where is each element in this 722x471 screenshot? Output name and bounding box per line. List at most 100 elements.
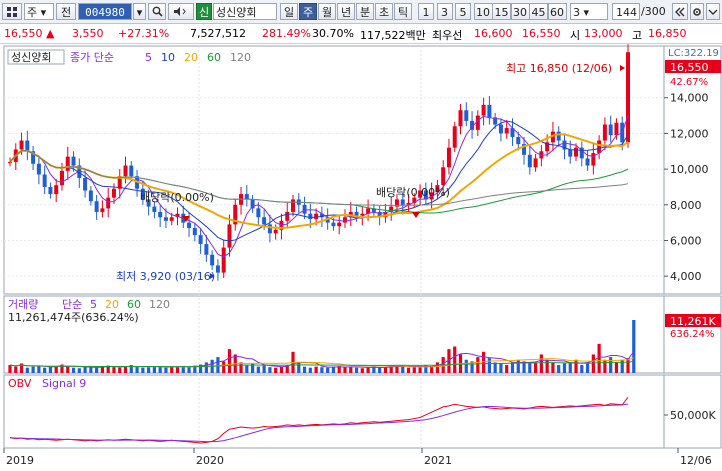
period-tab-5[interactable]: 초 (375, 3, 393, 20)
pane-frame-2 (3, 374, 665, 449)
volume-bar-74 (435, 362, 440, 373)
interval-button-5[interactable]: 5 (455, 3, 471, 20)
legend-ma-5: 5 (145, 51, 152, 64)
ask-price: 16,600 (474, 27, 513, 40)
volume-bar-24 (147, 367, 151, 373)
double-left-arrow-icon (675, 7, 685, 17)
candle-body-36 (215, 265, 220, 273)
interval-button-10[interactable]: 10 (473, 3, 493, 20)
search-button[interactable] (148, 3, 166, 20)
volume-bar-91 (533, 362, 538, 373)
candle-body-79 (464, 110, 469, 121)
period-tab-3[interactable]: 년 (337, 3, 355, 20)
volume-bar-51 (302, 366, 307, 373)
volume-bar-46 (274, 367, 278, 373)
period-tab-2[interactable]: 월 (318, 3, 336, 20)
volume-bar-7 (48, 367, 53, 373)
candle-body-49 (291, 199, 296, 212)
candle-body-10 (65, 156, 70, 171)
price-tick-label-5: 4,000 (670, 270, 702, 283)
interval-button-15[interactable]: 15 (492, 3, 511, 20)
speaker-icon (174, 7, 186, 16)
candle-body-57 (337, 222, 342, 227)
candle-body-48 (285, 211, 290, 221)
settings-button[interactable] (690, 3, 704, 20)
period-tab-0[interactable]: 일 (280, 3, 298, 20)
high-price: 16,850 (648, 27, 687, 40)
candle-body-27 (163, 217, 168, 221)
open-price: 13,000 (584, 27, 623, 40)
more-button[interactable] (706, 3, 720, 20)
stock-code-input[interactable]: 004980 (78, 3, 132, 20)
volume-bar-84 (493, 362, 497, 373)
menu-symbol-select[interactable]: 주 ▾ (24, 3, 54, 20)
volume-bar-0 (8, 365, 12, 373)
volume-bar-101 (591, 354, 595, 373)
chart-area[interactable]: 14,000 12,000 10,000 8,000 6,000 4,000 성신양회 종가 … (0, 44, 722, 468)
trade-value: 117,522백만 (360, 29, 426, 42)
volume-bar-12 (77, 368, 81, 373)
current-price-label: 16,550 (670, 61, 709, 74)
volume-bar-90 (528, 363, 532, 373)
candle-body-104 (608, 124, 613, 136)
interval-button-1[interactable]: 1 (418, 3, 434, 20)
bid-price: 16,550 (522, 27, 561, 40)
volume-legend-title: 거래량 (8, 298, 38, 311)
candle-body-15 (94, 201, 99, 212)
candle-body-102 (597, 140, 602, 154)
down-arrow-icon (708, 9, 718, 15)
legend-ma-120: 120 (230, 51, 251, 64)
period-tab-4[interactable]: 분 (356, 3, 374, 20)
candle-body-26 (158, 211, 163, 218)
volume-bar-96 (562, 363, 567, 373)
menu-grid-button[interactable] (2, 3, 22, 20)
volume-bar-54 (320, 367, 324, 373)
interval-button-60[interactable]: 60 (547, 3, 567, 20)
volume-bar-94 (551, 362, 555, 373)
obv-tick-label: 50,000K (670, 409, 716, 422)
candle-body-83 (487, 104, 492, 118)
volume-bar-95 (557, 365, 561, 373)
interval-select[interactable]: 3 ▾ (570, 3, 608, 20)
period-tabs: 일주월년분초틱 (280, 3, 415, 20)
volume-bar-50 (297, 362, 301, 373)
candle-body-107 (626, 52, 630, 143)
volume-bar-77 (453, 346, 457, 373)
bar-count-input[interactable]: 144 (612, 3, 640, 20)
candle-body-8 (54, 185, 59, 195)
volume-bar-70 (412, 367, 416, 373)
volume-legend-ma-120: 120 (149, 298, 170, 311)
volume-bar-10 (66, 366, 70, 373)
legend-ma-label: 종가 단순 (70, 51, 114, 64)
interval-button-3[interactable]: 3 (436, 3, 453, 20)
interval-button-45[interactable]: 45 (529, 3, 548, 20)
volume-bar-82 (482, 351, 486, 373)
period-tab-1[interactable]: 주 (299, 3, 317, 20)
period-tab-6[interactable]: 틱 (394, 3, 412, 20)
interval-button-30[interactable]: 30 (510, 3, 530, 20)
volume-ma-label: 단순 (62, 298, 82, 311)
candle-body-77 (452, 126, 457, 148)
volume-bar-97 (568, 362, 572, 373)
candle-body-52 (308, 213, 313, 220)
candle-body-0 (8, 161, 12, 163)
volume-bar-4 (31, 366, 35, 373)
candle-body-5 (36, 163, 41, 175)
volume-bar-99 (580, 365, 584, 373)
volume-bar-19 (118, 367, 122, 373)
speaker-button[interactable] (168, 3, 194, 20)
stock-chart[interactable]: 14,000 12,000 10,000 8,000 6,000 4,000 성신양회 종가 … (0, 44, 722, 468)
code-dropdown-button[interactable]: ▾ (133, 3, 146, 20)
candle-body-6 (42, 174, 47, 187)
volume-bar-103 (603, 359, 607, 373)
volume-bar-55 (326, 367, 330, 373)
x-label-2: 2021 (424, 454, 452, 467)
candle-body-34 (204, 244, 209, 255)
volume-bar-65 (383, 367, 388, 373)
scroll-left-button[interactable] (672, 3, 688, 20)
volume-bar-62 (366, 367, 370, 373)
prev-button[interactable]: 전 (56, 3, 76, 20)
price-change: 3,550 (72, 27, 104, 40)
volume-bar-58 (343, 367, 347, 373)
stock-name-field[interactable]: 성신양회 (213, 3, 277, 20)
